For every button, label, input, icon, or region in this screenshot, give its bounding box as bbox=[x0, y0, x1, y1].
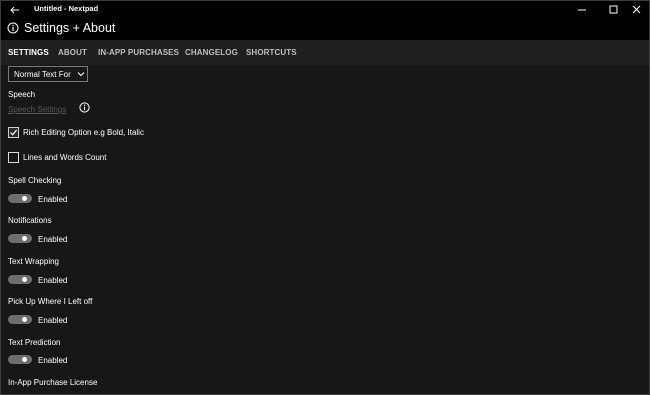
rich-editing-label: Rich Editing Option e.g Bold, Italic bbox=[23, 128, 144, 137]
close-icon bbox=[632, 5, 640, 14]
text-prediction-heading: Text Prediction bbox=[8, 338, 61, 347]
info-icon[interactable] bbox=[79, 102, 90, 113]
toggle-knob bbox=[22, 357, 27, 362]
pick-up-state: Enabled bbox=[38, 316, 68, 325]
text-wrapping-heading: Text Wrapping bbox=[8, 257, 59, 266]
text-format-dropdown[interactable]: Normal Text For bbox=[8, 66, 88, 82]
chevron-down-icon bbox=[77, 72, 85, 77]
speech-heading: Speech bbox=[8, 90, 36, 99]
spell-checking-state: Enabled bbox=[38, 195, 68, 204]
pick-up-heading: Pick Up Where I Left off bbox=[8, 297, 93, 306]
app-window: Untitled - Nextpad Settings + About SETT… bbox=[0, 0, 650, 395]
spell-checking-toggle[interactable] bbox=[8, 194, 32, 203]
tab-changelog[interactable]: CHANGELOG bbox=[185, 48, 238, 57]
lines-words-count-checkbox[interactable] bbox=[8, 152, 19, 163]
rich-editing-checkbox[interactable] bbox=[8, 127, 19, 138]
text-prediction-state: Enabled bbox=[38, 356, 68, 365]
tab-in-app-purchases[interactable]: IN-APP PURCHASES bbox=[98, 48, 179, 57]
tab-shortcuts[interactable]: SHORTCUTS bbox=[246, 48, 297, 57]
back-button[interactable] bbox=[6, 1, 24, 18]
speech-settings-link[interactable]: Speech Settings bbox=[8, 105, 66, 114]
toggle-knob bbox=[22, 236, 27, 241]
checkmark-icon bbox=[10, 129, 18, 136]
back-arrow-icon bbox=[10, 6, 19, 13]
toggle-knob bbox=[22, 317, 27, 322]
notifications-state: Enabled bbox=[38, 235, 68, 244]
notifications-toggle[interactable] bbox=[8, 234, 32, 243]
minimize-icon bbox=[578, 9, 586, 10]
tab-settings[interactable]: SETTINGS bbox=[8, 48, 49, 57]
tab-about[interactable]: ABOUT bbox=[58, 48, 87, 57]
pick-up-toggle[interactable] bbox=[8, 315, 32, 324]
minimize-button[interactable] bbox=[567, 1, 597, 18]
text-prediction-toggle[interactable] bbox=[8, 355, 32, 364]
text-wrapping-toggle[interactable] bbox=[8, 275, 32, 284]
toggle-knob bbox=[22, 196, 27, 201]
notifications-heading: Notifications bbox=[8, 216, 52, 225]
in-app-license-heading: In-App Purchase License bbox=[8, 378, 98, 387]
spell-checking-heading: Spell Checking bbox=[8, 176, 62, 185]
close-button[interactable] bbox=[621, 1, 649, 18]
toggle-knob bbox=[22, 277, 27, 282]
text-wrapping-state: Enabled bbox=[38, 276, 68, 285]
lines-words-count-label: Lines and Words Count bbox=[23, 153, 107, 162]
info-icon bbox=[7, 22, 19, 34]
page-title: Settings + About bbox=[24, 21, 116, 35]
maximize-icon bbox=[609, 5, 617, 14]
dropdown-value: Normal Text For bbox=[14, 70, 71, 79]
window-title: Untitled - Nextpad bbox=[34, 4, 99, 13]
title-bar bbox=[1, 1, 649, 18]
